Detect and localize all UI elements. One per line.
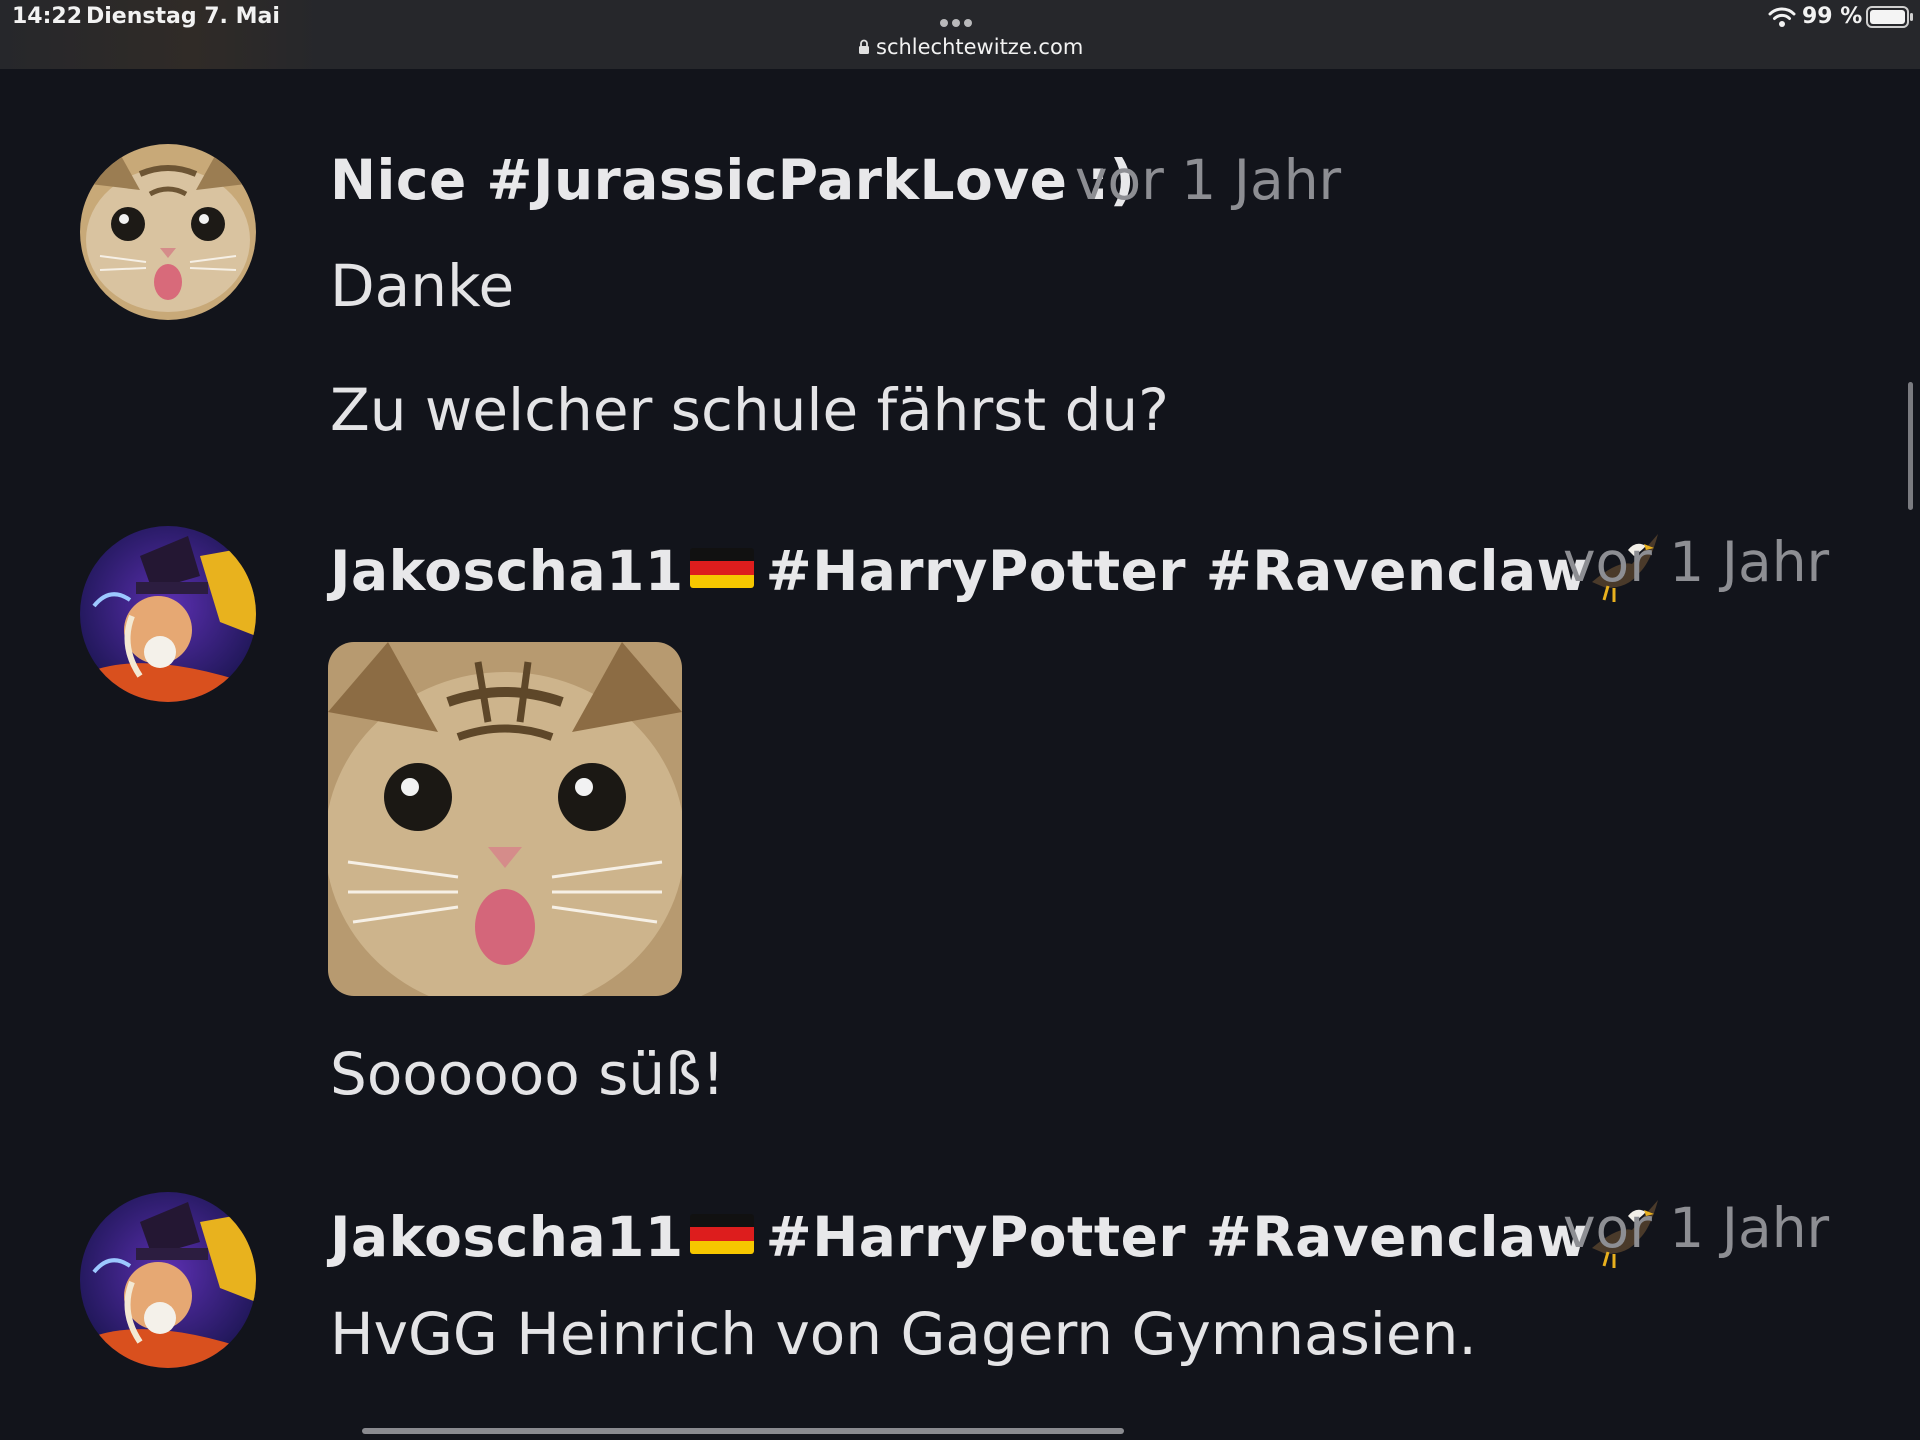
comment-header: Jakoscha11 #HarryPotter #Ravenclaw vor 1 …	[330, 530, 1829, 603]
status-date: Dienstag 7. Mai	[86, 4, 280, 29]
address-bar[interactable]: schlechtewitze.com	[858, 35, 1083, 63]
scrollbar[interactable]	[1908, 382, 1913, 510]
browser-status-bar: 14:22 Dienstag 7. Mai schlechtewitze.com…	[0, 0, 1920, 69]
comment-header: Jakoscha11 #HarryPotter #Ravenclaw vor 1 …	[330, 1196, 1829, 1269]
lock-icon	[859, 39, 869, 54]
status-time: 14:22	[12, 4, 83, 29]
wifi-icon	[1768, 7, 1796, 27]
author-name[interactable]: Nice #JurassicParkLove :)	[330, 148, 1135, 212]
comment-text: Danke	[330, 252, 515, 320]
cat-avatar[interactable]	[80, 144, 256, 320]
comment-header: Nice #JurassicParkLove :) vor 1 Jahr	[330, 148, 1341, 218]
german-flag-icon	[689, 548, 754, 588]
comment-timestamp: vor 1 Jahr	[1563, 1196, 1830, 1260]
battery-percent: 99 %	[1802, 4, 1863, 29]
comment-text: Soooooo süß!	[330, 1040, 725, 1108]
comment-text: Zu welcher schule fährst du?	[330, 376, 1169, 444]
url-text: schlechtewitze.com	[876, 35, 1084, 59]
comment-timestamp: vor 1 Jahr	[1075, 148, 1342, 212]
german-flag-icon	[689, 1214, 754, 1254]
wizard-avatar[interactable]	[80, 1192, 256, 1368]
battery-icon	[1866, 6, 1913, 28]
home-indicator[interactable]	[362, 1428, 1124, 1434]
comment-timestamp: vor 1 Jahr	[1563, 530, 1830, 594]
author-name[interactable]: Jakoscha11 #HarryPotter #Ravenclaw	[330, 1200, 1662, 1269]
comment-text: HvGG Heinrich von Gagern Gymnasien.	[330, 1300, 1477, 1368]
wizard-avatar[interactable]	[80, 526, 256, 702]
author-name[interactable]: Jakoscha11 #HarryPotter #Ravenclaw	[330, 534, 1662, 603]
more-options-icon[interactable]	[940, 12, 980, 27]
page: 14:22 Dienstag 7. Mai schlechtewitze.com…	[0, 0, 1920, 1440]
cat-photo[interactable]	[328, 642, 682, 996]
